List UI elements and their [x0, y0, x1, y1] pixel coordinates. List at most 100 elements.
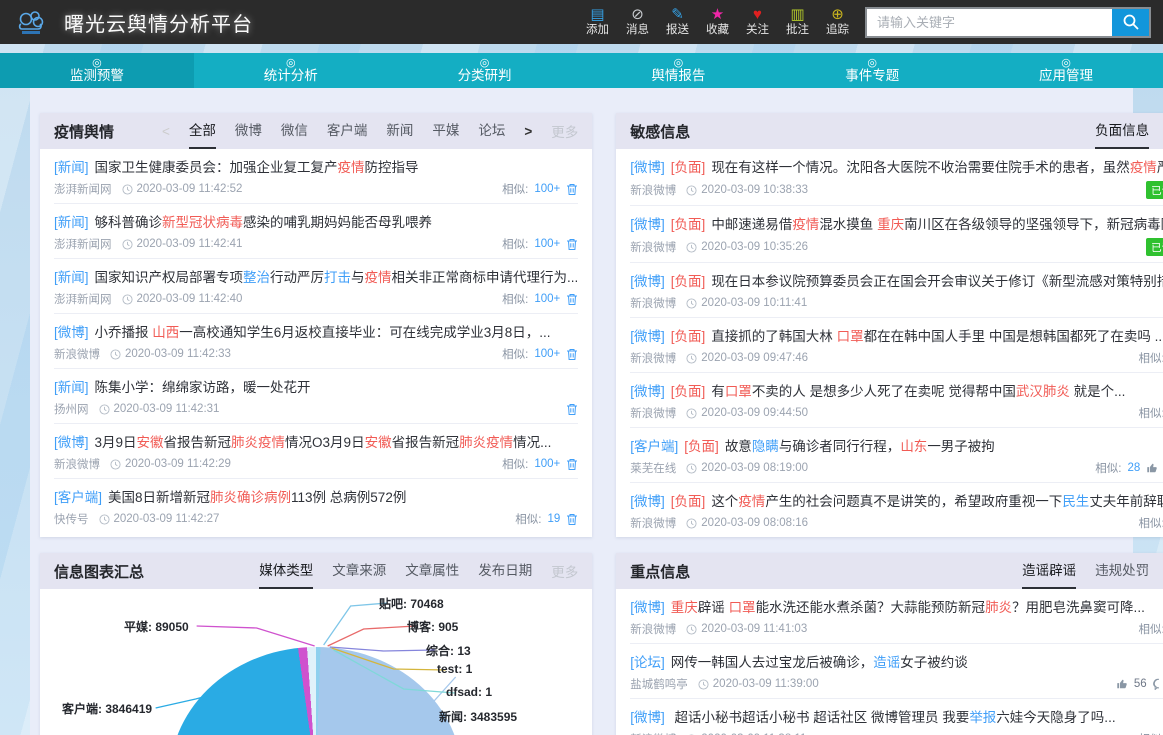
- panel-tab-epidemic-1[interactable]: 微博: [235, 113, 262, 149]
- item-title[interactable]: 国家知识产权局部署专项整治行动严厉打击与疫情相关非正常商标申请代理行为...: [95, 270, 579, 285]
- topbar-action-annotate[interactable]: ▥ 批注: [786, 6, 809, 38]
- main-nav-tab-statistics[interactable]: ◎ 统计分析: [194, 53, 388, 88]
- delete-icon[interactable]: [566, 238, 578, 251]
- topbar-action-add[interactable]: ▤ 添加: [586, 5, 609, 38]
- more-link[interactable]: 更多: [551, 121, 578, 141]
- search-input[interactable]: [867, 8, 1112, 36]
- item-source: 新浪微博: [630, 298, 677, 310]
- panel-tab-charts-1[interactable]: 文章来源: [332, 553, 386, 589]
- pie-label-0: 客户端: 3846419: [62, 702, 153, 716]
- media-type-pie-chart: 客户端: 3846419 新闻: 3483595 平媒: 89050 贴吧: 7046…: [40, 589, 592, 735]
- item-time: 2020-03-09 10:35:26: [701, 241, 809, 253]
- search-button[interactable]: [1112, 8, 1149, 36]
- item-title-row: [微博] [负面] 这个疫情产生的社会问题真不是讲笑的，希望政府重视一下民生丈夫年前…: [630, 490, 1163, 510]
- item-title[interactable]: 直接抓的了韩国大林 口罩都在在韩中国人手里 中国是想韩国都死了在卖吗 ...: [711, 329, 1163, 344]
- similar-count[interactable]: 100+: [534, 348, 560, 360]
- channel-tag: [微博]: [630, 710, 665, 725]
- channel-tag: [微博]: [630, 494, 665, 509]
- panel-tab-charts-3[interactable]: 发布日期: [478, 553, 532, 589]
- item-title[interactable]: 这个疫情产生的社会问题真不是讲笑的，希望政府重视一下民生丈夫年前辞职遇...: [711, 494, 1163, 509]
- main-nav-tab-monitor-warning[interactable]: ◎ 监测预警: [0, 53, 194, 88]
- next-arrow-icon[interactable]: >: [524, 124, 532, 139]
- item-title[interactable]: 国家卫生健康委员会：加强企业复工复产疫情防控指导: [95, 160, 419, 175]
- item-meta-row: 新浪微博 2020-03-09 10:11:41: [630, 295, 1163, 311]
- sensitive-news-list: [微博] [负面] 现在有这样一个情况。沈阳各大医院不收治需要住院手术的患者，虽然疫…: [616, 149, 1163, 537]
- panel-tab-epidemic-6[interactable]: 论坛: [478, 113, 505, 149]
- panel-sensitive-header: 敏感信息 负面信息更多: [616, 113, 1163, 149]
- item-meta-row: 澎湃新闻网 2020-03-09 11:42:41 相似: 100+: [54, 236, 578, 252]
- panel-tab-epidemic-3[interactable]: 客户端: [327, 113, 368, 149]
- panel-tab-charts-0[interactable]: 媒体类型: [259, 553, 313, 589]
- delete-icon[interactable]: [566, 293, 578, 306]
- panel-tab-epidemic-4[interactable]: 新闻: [386, 113, 413, 149]
- panel-tab-epidemic-0[interactable]: 全部: [189, 113, 216, 149]
- delete-button[interactable]: [566, 458, 578, 471]
- top-navbar: 曙光云舆情分析平台 ▤ 添加 ⊘ 消息 ✎ 报送 ★ 收藏 ♥ 关注 ▥ 批注 ⊕ 追踪: [0, 0, 1163, 44]
- similar-count[interactable]: 19: [547, 513, 560, 525]
- delete-button[interactable]: [566, 403, 578, 416]
- item-title[interactable]: 现在有这样一个情况。沈阳各大医院不收治需要住院手术的患者，虽然疫情严峻...: [711, 160, 1163, 175]
- delete-button[interactable]: [566, 293, 578, 306]
- item-title[interactable]: 重庆辟谣 口罩能水洗还能水煮杀菌？大蒜能预防新冠肺炎？用肥皂洗鼻窦可降...: [671, 600, 1145, 615]
- clock-icon: [121, 293, 133, 305]
- topbar-action-follow[interactable]: ♥ 关注: [746, 6, 769, 38]
- topbar-action-label: 收藏: [706, 23, 729, 36]
- item-title[interactable]: 有口罩不卖的人 是想多少人死了在卖呢 觉得帮中国武汉肺炎 就是个...: [711, 384, 1125, 399]
- pie-label-7: dfsad: 1: [446, 685, 493, 699]
- delete-icon[interactable]: [566, 513, 578, 526]
- topbar-action-track[interactable]: ⊕ 追踪: [826, 6, 849, 38]
- panel-tab-charts-2[interactable]: 文章属性: [405, 553, 459, 589]
- channel-tag: [微博]: [630, 384, 665, 399]
- sentiment-tag: [负面]: [670, 329, 706, 344]
- list-item: [微博] 重庆辟谣 口罩能水洗还能水煮杀菌？大蒜能预防新冠肺炎？用肥皂洗鼻窦可降.…: [630, 589, 1163, 644]
- item-time: 2020-03-09 10:38:33: [701, 184, 809, 196]
- delete-icon[interactable]: [566, 458, 578, 471]
- delete-icon[interactable]: [566, 348, 578, 361]
- main-nav-tab-topics[interactable]: ◎ 事件专题: [775, 53, 969, 88]
- delete-button[interactable]: [566, 183, 578, 196]
- similar-count[interactable]: 100+: [534, 183, 560, 195]
- item-title-row: [微博] [负面] 现在有这样一个情况。沈阳各大医院不收治需要住院手术的患者，虽然疫…: [630, 156, 1163, 176]
- item-title[interactable]: 小乔播报 山西一高校通知学生6月返校直接毕业：可在线完成学业3月8日，...: [95, 325, 551, 340]
- similar-count[interactable]: 100+: [534, 293, 560, 305]
- item-title[interactable]: 够科普确诊新型冠状病毒感染的哺乳期妈妈能否母乳喂养: [95, 215, 433, 230]
- item-title[interactable]: 网传一韩国人去过宝龙后被确诊，造谣女子被约谈: [671, 655, 968, 670]
- item-source: 新浪微博: [630, 408, 677, 420]
- similar-count[interactable]: 100+: [534, 238, 560, 250]
- channel-tag: [微博]: [630, 274, 665, 289]
- item-title-row: [微博] [负面] 中邮速递易借疫情混水摸鱼 重庆南川区在各级领导的坚强领导下，新冠…: [630, 213, 1163, 233]
- key-info-news-list: [微博] 重庆辟谣 口罩能水洗还能水煮杀菌？大蒜能预防新冠肺炎？用肥皂洗鼻窦可降.…: [616, 589, 1163, 735]
- main-nav-tab-management[interactable]: ◎ 应用管理: [969, 53, 1163, 88]
- item-title[interactable]: 中邮速递易借疫情混水摸鱼 重庆南川区在各级领导的坚强领导下，新冠病毒防...: [711, 217, 1163, 232]
- panel-tab-key_info-1[interactable]: 违规处罚: [1095, 553, 1149, 589]
- add-doc-icon: ▤: [590, 5, 605, 23]
- delete-button[interactable]: [566, 513, 578, 526]
- item-title[interactable]: 现在日本参议院预算委员会正在国会开会审议关于修订《新型流感对策特别措施...: [711, 274, 1163, 289]
- panel-tab-key_info-0[interactable]: 造谣辟谣: [1022, 553, 1076, 589]
- prev-arrow-icon[interactable]: <: [162, 124, 170, 139]
- panel-tab-epidemic-5[interactable]: 平媒: [432, 113, 459, 149]
- topbar-action-favorite[interactable]: ★ 收藏: [706, 6, 729, 38]
- topbar-action-message[interactable]: ⊘ 消息: [626, 6, 649, 38]
- channel-tag: [微博]: [54, 325, 89, 340]
- similar-count[interactable]: 100+: [534, 458, 560, 470]
- main-nav-tab-classification[interactable]: ◎ 分类研判: [388, 53, 582, 88]
- delete-button[interactable]: [566, 348, 578, 361]
- main-nav-tab-report[interactable]: ◎ 舆情报告: [581, 53, 775, 88]
- panel-epidemic-header: 疫情舆情 < 全部 微博 微信 客户端 新闻 平媒 论坛 > 更多: [40, 113, 593, 149]
- item-title[interactable]: 美国8日新增新冠肺炎确诊病例113例 总病例572例: [108, 490, 406, 505]
- item-title[interactable]: 3月9日安徽省报告新冠肺炎疫情情况O3月9日安徽省报告新冠肺炎疫情情况...: [95, 435, 552, 450]
- delete-icon[interactable]: [566, 183, 578, 196]
- topbar-action-report[interactable]: ✎ 报送: [666, 6, 689, 38]
- similar-count[interactable]: 28: [1127, 462, 1140, 474]
- delete-icon[interactable]: [566, 403, 578, 416]
- item-title[interactable]: 故意隐瞒与确诊者同行行程，山东一男子被拘: [725, 439, 995, 454]
- pie-label-3: 贴吧: 70468: [379, 597, 444, 611]
- item-time: 2020-03-09 09:47:46: [701, 352, 809, 364]
- panel-tab-epidemic-2[interactable]: 微信: [281, 113, 308, 149]
- item-title[interactable]: 超话小秘书超话小秘书 超话社区 微博管理员 我要举报六娃今天隐身了吗...: [671, 710, 1116, 725]
- panel-tab-sensitive-0[interactable]: 负面信息: [1095, 113, 1149, 149]
- more-link[interactable]: 更多: [551, 561, 578, 581]
- delete-button[interactable]: [566, 238, 578, 251]
- item-title[interactable]: 陈集小学：绵绵家访路，暖一处花开: [95, 380, 311, 395]
